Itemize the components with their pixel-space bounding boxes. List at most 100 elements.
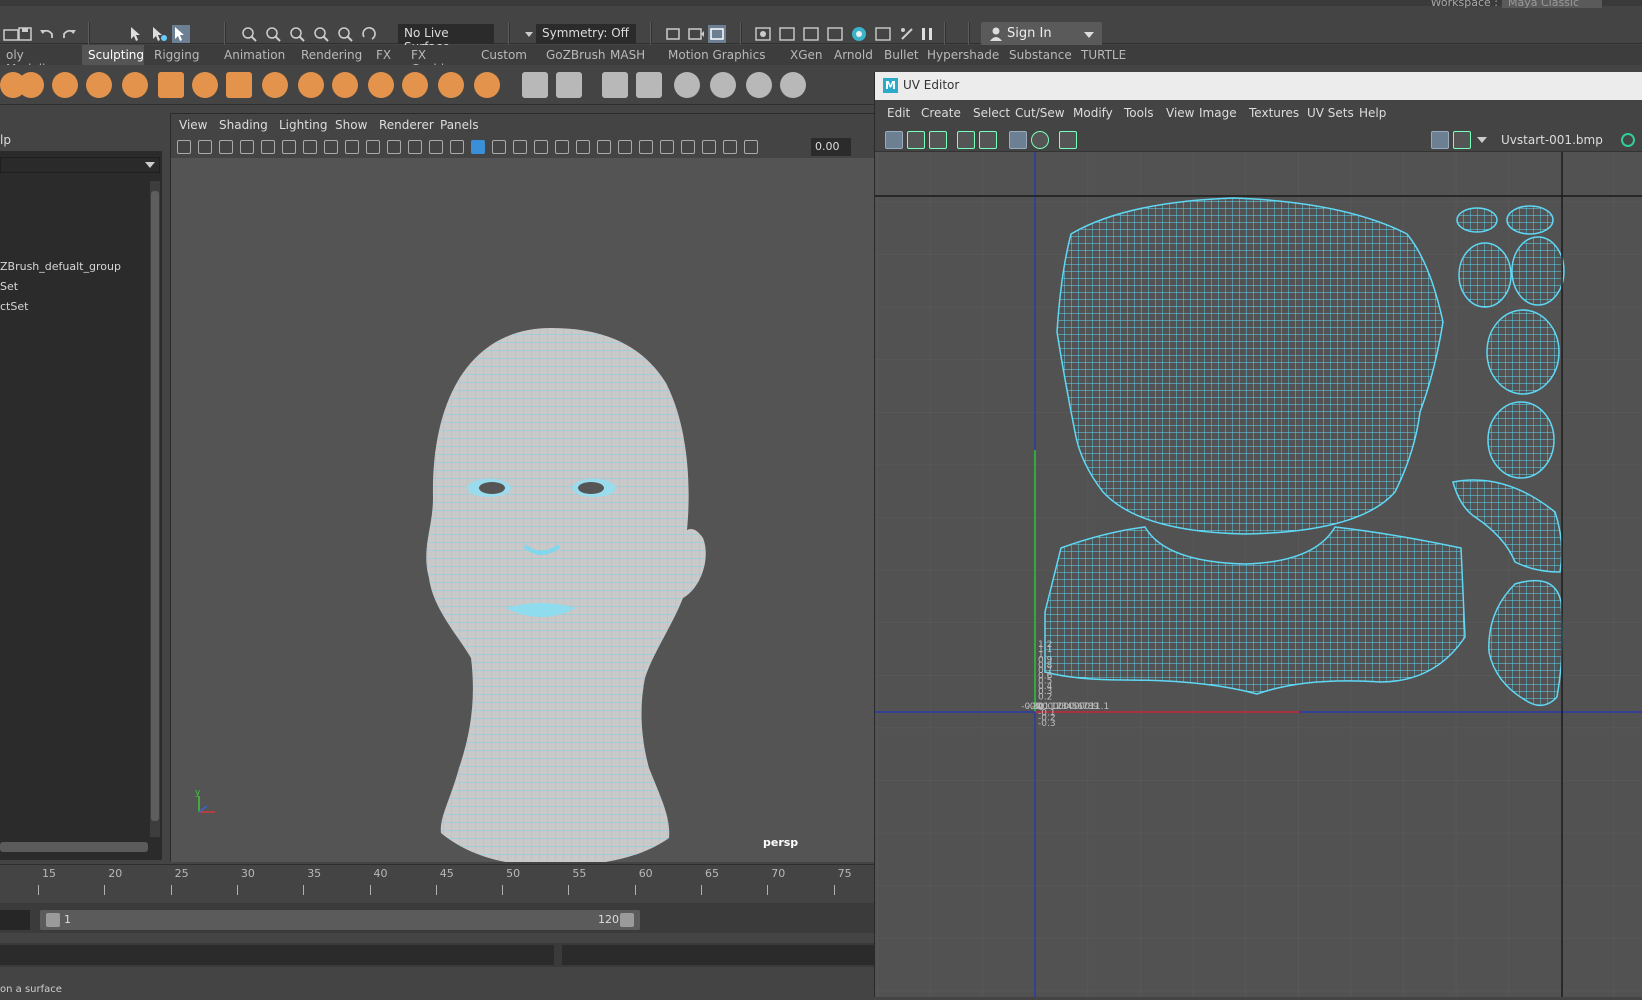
- chevron-down-icon[interactable]: [1084, 32, 1094, 38]
- viewport-tool-icon[interactable]: [576, 140, 590, 154]
- viewport-tool-icon[interactable]: [219, 140, 233, 154]
- viewport-tool-icon[interactable]: [303, 140, 317, 154]
- shelf-tab-mash[interactable]: MASH: [604, 45, 648, 65]
- shelf-tab-gozbrush[interactable]: GoZBrush: [540, 45, 606, 65]
- uv-shell-ear-right[interactable]: [1487, 401, 1555, 479]
- shelf-utility-icon[interactable]: [710, 72, 736, 98]
- shelf-tab-rigging[interactable]: Rigging: [148, 45, 208, 65]
- range-start-handle[interactable]: [46, 913, 60, 927]
- uv-shell-eye-left[interactable]: [1456, 207, 1498, 233]
- shelf-utility-icon[interactable]: [674, 72, 700, 98]
- uv-shell-face[interactable]: [1056, 197, 1444, 535]
- uv-show-grid-icon[interactable]: [1009, 131, 1027, 149]
- chevron-down-icon[interactable]: [145, 162, 155, 168]
- shelf-tab-custom[interactable]: Custom: [475, 45, 531, 65]
- uv-menu-image[interactable]: Image: [1199, 106, 1237, 120]
- shelf-tab-hypershade[interactable]: Hypershade: [921, 45, 999, 65]
- start-time-field[interactable]: [0, 910, 30, 930]
- uv-menu-edit[interactable]: Edit: [887, 106, 910, 120]
- uv-shell-lid-left[interactable]: [1458, 242, 1512, 308]
- sculpt-tool-icon[interactable]: [262, 72, 288, 98]
- sculpt-tool-icon[interactable]: [298, 72, 324, 98]
- range-end-handle[interactable]: [620, 913, 634, 927]
- live-surface-field[interactable]: No Live Surface: [398, 24, 494, 54]
- uv-checker-icon[interactable]: [1453, 131, 1471, 149]
- viewport-tool-icon[interactable]: [366, 140, 380, 154]
- uv-shell-eye-right[interactable]: [1506, 205, 1554, 235]
- uv-grid-icon[interactable]: [957, 131, 975, 149]
- viewport-tool-icon[interactable]: [744, 140, 758, 154]
- select-hierarchy-icon[interactable]: [128, 25, 146, 43]
- snap-plane-icon[interactable]: [312, 25, 330, 43]
- viewport-tool-icon[interactable]: [618, 140, 632, 154]
- sculpt-tool-icon[interactable]: [158, 72, 184, 98]
- snap-view-icon[interactable]: [360, 25, 378, 43]
- snap-point-icon[interactable]: [288, 25, 306, 43]
- viewport-tool-icon[interactable]: [723, 140, 737, 154]
- sculpt-tool-icon[interactable]: [18, 72, 44, 98]
- history-icon[interactable]: [664, 25, 682, 43]
- viewport-tool-icon[interactable]: [450, 140, 464, 154]
- viewport-menu-show[interactable]: Show: [335, 118, 367, 132]
- viewport-menu-view[interactable]: View: [179, 118, 207, 132]
- viewport-tool-icon[interactable]: [408, 140, 422, 154]
- viewport-tool-icon[interactable]: [660, 140, 674, 154]
- shelf-tab-rendering[interactable]: Rendering: [295, 45, 362, 65]
- shelf-utility-icon[interactable]: [522, 72, 548, 98]
- shelf-tab-xgen[interactable]: XGen: [784, 45, 823, 65]
- uv-pixel-snap-icon[interactable]: [979, 131, 997, 149]
- viewport-tool-icon[interactable]: [471, 140, 485, 154]
- uv-toolkit-icon[interactable]: [1619, 131, 1637, 149]
- sculpt-tool-icon[interactable]: [86, 72, 112, 98]
- render-view-icon[interactable]: [826, 25, 844, 43]
- ipr-icon[interactable]: [802, 25, 820, 43]
- uv-shell-ear-left[interactable]: [1486, 309, 1560, 395]
- sculpt-tool-icon[interactable]: [438, 72, 464, 98]
- uv-snapshot-icon[interactable]: [1059, 131, 1077, 149]
- viewport-tool-icon[interactable]: [324, 140, 338, 154]
- shelf-tab-fx[interactable]: FX: [370, 45, 396, 65]
- viewport-value-field[interactable]: 0.00: [811, 138, 851, 156]
- viewport-tool-icon[interactable]: [639, 140, 653, 154]
- render-settings-icon[interactable]: [708, 25, 726, 43]
- shelf-tab-substance[interactable]: Substance: [1003, 45, 1072, 65]
- scrollbar-thumb[interactable]: [151, 191, 159, 821]
- uv-menu-help[interactable]: Help: [1359, 106, 1386, 120]
- outliner-vertical-scrollbar[interactable]: [150, 181, 160, 837]
- sculpt-tool-icon[interactable]: [474, 72, 500, 98]
- shelf-utility-icon[interactable]: [602, 72, 628, 98]
- uv-menu-cut-sew[interactable]: Cut/Sew: [1015, 106, 1065, 120]
- sign-in-button[interactable]: Sign In: [981, 22, 1102, 47]
- shelf-utility-icon[interactable]: [780, 72, 806, 98]
- uv-menu-create[interactable]: Create: [921, 106, 961, 120]
- viewport-tool-icon[interactable]: [534, 140, 548, 154]
- sculpt-tool-icon[interactable]: [332, 72, 358, 98]
- sculpt-tool-icon[interactable]: [192, 72, 218, 98]
- symmetry-field[interactable]: Symmetry: Off: [536, 24, 636, 44]
- sculpt-tool-icon[interactable]: [402, 72, 428, 98]
- viewport-menu-panels[interactable]: Panels: [440, 118, 479, 132]
- shelf-tab-sculpting[interactable]: Sculpting: [82, 45, 144, 65]
- save-icon[interactable]: [16, 25, 34, 43]
- sculpt-tool-icon[interactable]: [226, 72, 252, 98]
- viewport-tool-icon[interactable]: [345, 140, 359, 154]
- shelf-utility-icon[interactable]: [556, 72, 582, 98]
- uv-menu-view[interactable]: View: [1166, 106, 1194, 120]
- shelf-utility-icon[interactable]: [746, 72, 772, 98]
- pause-icon[interactable]: [918, 25, 936, 43]
- uv-menu-modify[interactable]: Modify: [1073, 106, 1113, 120]
- shelf-tab-fx-caching[interactable]: FX Caching: [405, 45, 469, 76]
- sculpt-tool-icon[interactable]: [122, 72, 148, 98]
- viewport-tool-icon[interactable]: [198, 140, 212, 154]
- viewport-tool-icon[interactable]: [597, 140, 611, 154]
- redo-icon[interactable]: [60, 25, 78, 43]
- uv-menu-textures[interactable]: Textures: [1249, 106, 1299, 120]
- hypershade-icon[interactable]: [850, 25, 868, 43]
- viewport-tool-icon[interactable]: [681, 140, 695, 154]
- snap-surface-icon[interactable]: [336, 25, 354, 43]
- viewport-tool-icon[interactable]: [429, 140, 443, 154]
- viewport-tool-icon[interactable]: [492, 140, 506, 154]
- shelf-tab-bullet[interactable]: Bullet: [878, 45, 919, 65]
- uv-menu-tools[interactable]: Tools: [1124, 106, 1154, 120]
- viewport-tool-icon[interactable]: [240, 140, 254, 154]
